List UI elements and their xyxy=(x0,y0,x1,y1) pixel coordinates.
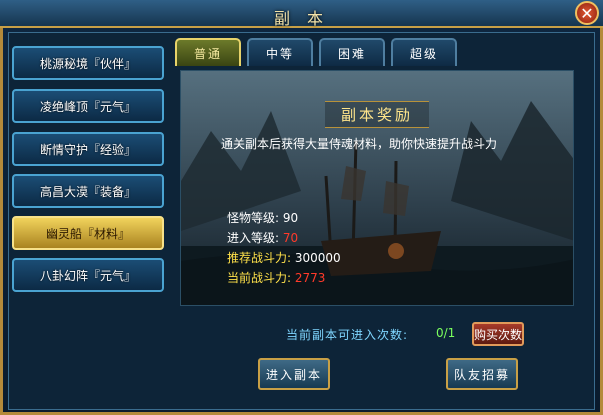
tab-super[interactable]: 超级 xyxy=(391,38,457,66)
tab-label: 中等 xyxy=(265,46,294,61)
dungeon-item-lingjue[interactable]: 凌绝峰顶『元气』 xyxy=(12,89,164,123)
title-bar: 副 本 ✕ xyxy=(0,0,603,28)
dungeon-item-label: 桃源秘境『伙伴』 xyxy=(39,56,136,71)
enter-dungeon-button[interactable]: 进入副本 xyxy=(258,358,330,390)
dungeon-scene: 副本奖励 通关副本后获得大量侍魂材料，助你快速提升战斗力 怪物等级: 90 进入… xyxy=(180,70,574,306)
tab-hard[interactable]: 困难 xyxy=(319,38,385,66)
stat-value: 300000 xyxy=(294,251,341,265)
tab-medium[interactable]: 中等 xyxy=(247,38,313,66)
recruit-teammates-label: 队友招募 xyxy=(453,367,510,382)
stat-label: 推荐战斗力: xyxy=(227,251,292,265)
entry-count-label: 当前副本可进入次数: xyxy=(286,328,409,342)
dungeon-item-label: 八卦幻阵『元气』 xyxy=(39,268,136,283)
recruit-teammates-button[interactable]: 队友招募 xyxy=(446,358,518,390)
tab-label: 普通 xyxy=(193,46,222,61)
dungeon-footer: 当前副本可进入次数: 0/1 购买次数 进入副本 队友招募 xyxy=(180,318,574,402)
stat-entry-level: 进入等级: 70 xyxy=(227,229,298,246)
stat-value: 70 xyxy=(282,231,299,245)
tab-label: 困难 xyxy=(337,46,366,61)
dungeon-description: 通关副本后获得大量侍魂材料，助你快速提升战斗力 xyxy=(221,137,498,151)
stat-label: 当前战斗力: xyxy=(227,271,292,285)
tab-normal[interactable]: 普通 xyxy=(175,38,241,66)
close-icon: ✕ xyxy=(580,3,594,23)
stat-value: 2773 xyxy=(294,271,326,285)
buy-attempts-label: 购买次数 xyxy=(474,327,523,342)
stat-recommended-power: 推荐战斗力: 300000 xyxy=(227,249,341,266)
stat-label: 怪物等级: xyxy=(227,211,280,225)
dungeon-item-label: 断情守护『经验』 xyxy=(39,142,136,157)
dungeon-item-taoyuan[interactable]: 桃源秘境『伙伴』 xyxy=(12,46,164,80)
dungeon-item-label: 凌绝峰顶『元气』 xyxy=(39,99,136,114)
stat-monster-level: 怪物等级: 90 xyxy=(227,209,298,226)
difficulty-tabs: 普通 中等 困难 超级 xyxy=(175,38,595,68)
reward-title: 副本奖励 xyxy=(324,101,429,128)
stat-current-power: 当前战斗力: 2773 xyxy=(227,269,325,286)
close-button[interactable]: ✕ xyxy=(575,1,599,25)
dungeon-list: 桃源秘境『伙伴』 凌绝峰顶『元气』 断情守护『经验』 高昌大漠『装备』 幽灵船『… xyxy=(12,44,167,304)
dungeon-item-label: 高昌大漠『装备』 xyxy=(39,184,136,199)
stat-label: 进入等级: xyxy=(227,231,280,245)
dungeon-item-duanqing[interactable]: 断情守护『经验』 xyxy=(12,132,164,166)
panel-title-wrap: 副本奖励 xyxy=(181,101,573,128)
stat-value: 90 xyxy=(282,211,299,225)
dungeon-item-ghost-ship[interactable]: 幽灵船『材料』 xyxy=(12,216,164,250)
tab-label: 超级 xyxy=(409,46,438,61)
dungeon-item-bagua[interactable]: 八卦幻阵『元气』 xyxy=(12,258,164,292)
dungeon-item-gaochang[interactable]: 高昌大漠『装备』 xyxy=(12,174,164,208)
window-title: 副 本 xyxy=(273,9,330,28)
enter-dungeon-label: 进入副本 xyxy=(265,367,322,382)
entry-count-value: 0/1 xyxy=(436,326,456,340)
dungeon-item-label: 幽灵船『材料』 xyxy=(45,226,130,241)
buy-attempts-button[interactable]: 购买次数 xyxy=(472,322,524,346)
